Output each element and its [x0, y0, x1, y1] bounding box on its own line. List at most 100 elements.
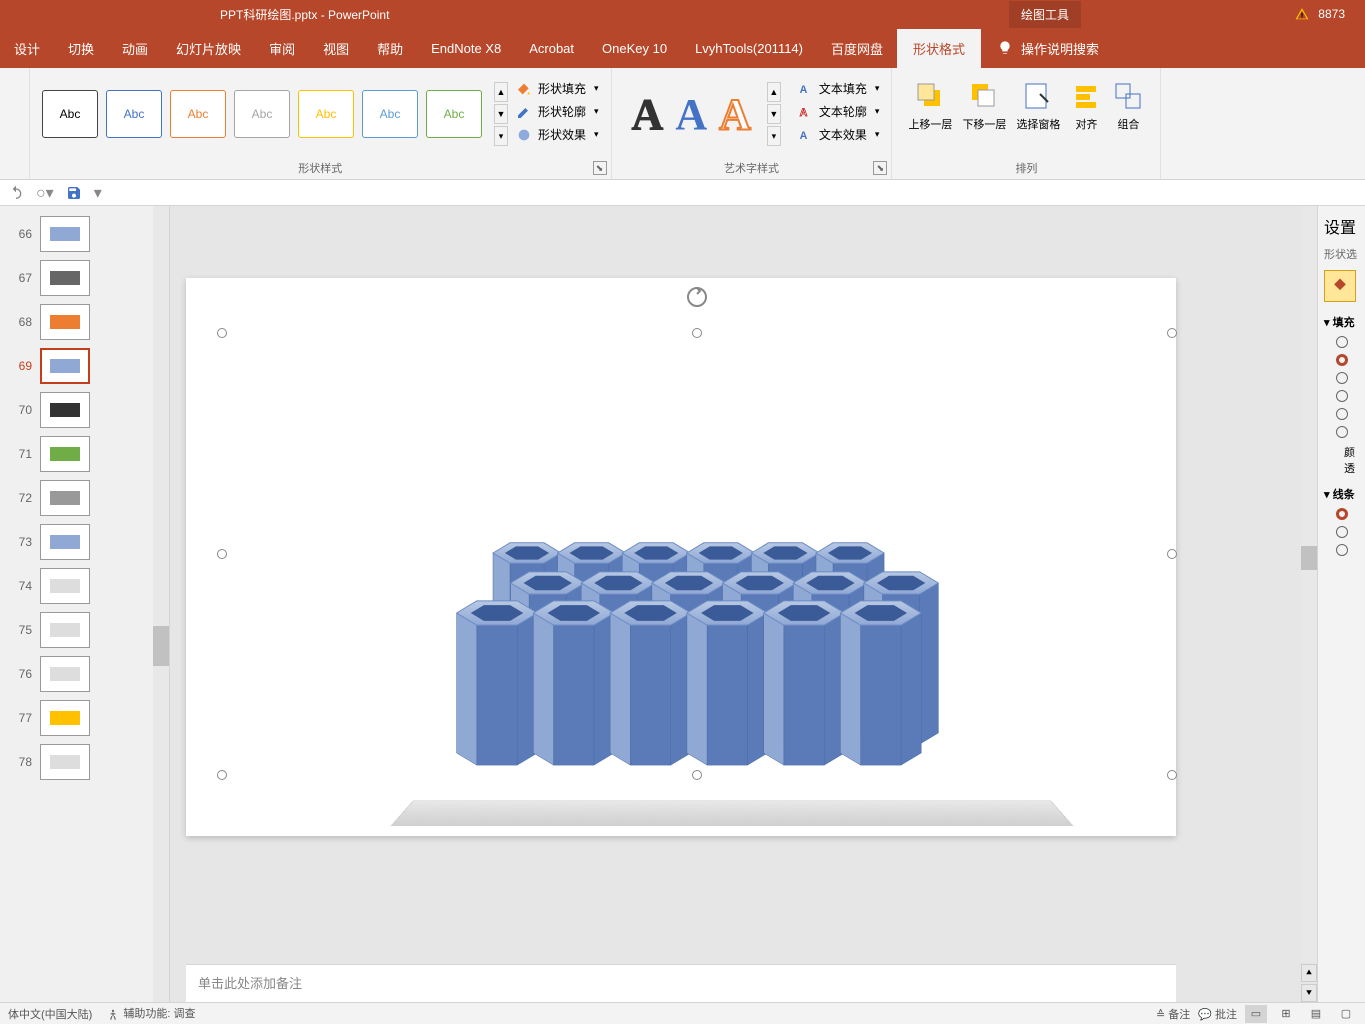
slide-thumbnail-76[interactable]: 76	[0, 652, 169, 696]
tab-slideshow[interactable]: 幻灯片放映	[162, 29, 255, 68]
thumb-scrollbar[interactable]	[153, 206, 169, 1002]
fill-section-title[interactable]: ▾ 填充	[1324, 314, 1359, 330]
qat-more-icon[interactable]: ▾	[94, 183, 102, 203]
shape-fill-button[interactable]: 形状填充▾	[516, 80, 599, 97]
fill-option-3[interactable]	[1336, 372, 1359, 384]
text-effects-button[interactable]: A 文本效果▾	[797, 126, 880, 143]
slide-thumbnail-71[interactable]: 71	[0, 432, 169, 476]
pane-tab-shape-options[interactable]: 形状选	[1324, 246, 1359, 262]
reading-view-button[interactable]: ▤	[1305, 1005, 1327, 1023]
tab-endnote[interactable]: EndNote X8	[417, 31, 515, 66]
wordart-preset-3[interactable]: A	[719, 89, 751, 140]
slide-thumbnail-72[interactable]: 72	[0, 476, 169, 520]
style-preset-2[interactable]: Abc	[106, 90, 162, 138]
line-section-title[interactable]: ▾ 线条	[1324, 486, 1359, 502]
selection-box[interactable]	[222, 333, 1172, 775]
slide[interactable]	[186, 278, 1176, 836]
align-button[interactable]: 对齐	[1070, 80, 1102, 132]
text-outline-button[interactable]: A 文本轮廓▾	[797, 103, 880, 120]
canvas-scrollbar[interactable]	[1301, 206, 1317, 962]
resize-handle-sw[interactable]	[217, 770, 227, 780]
gallery-more-icon[interactable]: ▾	[494, 126, 508, 146]
wordart-down-icon[interactable]: ▼	[767, 104, 781, 124]
rotate-handle[interactable]	[685, 285, 709, 314]
shape-outline-button[interactable]: 形状轮廓▾	[516, 103, 599, 120]
shape-styles-launcher[interactable]: ⬊	[593, 161, 607, 175]
style-preset-3[interactable]: Abc	[170, 90, 226, 138]
style-preset-5[interactable]: Abc	[298, 90, 354, 138]
slide-thumbnail-75[interactable]: 75	[0, 608, 169, 652]
wordart-more-icon[interactable]: ▾	[767, 126, 781, 146]
group-button[interactable]: 组合	[1112, 80, 1144, 132]
fill-option-6[interactable]	[1336, 426, 1359, 438]
bring-forward-button[interactable]: 上移一层	[908, 80, 952, 132]
tab-transition[interactable]: 切换	[54, 29, 108, 68]
slide-thumbnail-69[interactable]: 69	[0, 344, 169, 388]
slideshow-view-button[interactable]: ▢	[1335, 1005, 1357, 1023]
resize-handle-n[interactable]	[692, 328, 702, 338]
gallery-up-icon[interactable]: ▲	[494, 82, 508, 102]
language-status[interactable]: 体中文(中国大陆)	[8, 1006, 92, 1022]
style-preset-7[interactable]: Abc	[426, 90, 482, 138]
undo-icon[interactable]	[8, 185, 24, 201]
shape-style-gallery[interactable]: Abc Abc Abc Abc Abc Abc Abc ▲ ▼ ▾	[38, 72, 512, 156]
tab-lvyhtools[interactable]: LvyhTools(201114)	[681, 31, 817, 66]
comments-toggle[interactable]: 💬 批注	[1198, 1006, 1237, 1022]
slide-thumbnail-67[interactable]: 67	[0, 256, 169, 300]
selection-pane-button[interactable]: 选择窗格	[1016, 80, 1060, 132]
qat-dropdown-icon[interactable]: ○▾	[36, 183, 54, 203]
resize-handle-ne[interactable]	[1167, 328, 1177, 338]
format-shape-pane[interactable]: 设置 形状选 ▾ 填充 颜 透 ▾ 线条	[1317, 206, 1365, 1002]
line-option-3[interactable]	[1336, 544, 1359, 556]
wordart-preset-1[interactable]: A	[632, 89, 664, 140]
notes-area[interactable]: 单击此处添加备注	[186, 964, 1176, 1002]
sorter-view-button[interactable]: ⊞	[1275, 1005, 1297, 1023]
send-backward-button[interactable]: 下移一层	[962, 80, 1006, 132]
line-option-2[interactable]	[1336, 526, 1359, 538]
wordart-launcher[interactable]: ⬊	[873, 161, 887, 175]
wordart-gallery[interactable]: A A A ▲ ▼ ▾	[620, 72, 793, 156]
normal-view-button[interactable]: ▭	[1245, 1005, 1267, 1023]
fill-option-2[interactable]	[1336, 354, 1359, 366]
tab-animation[interactable]: 动画	[108, 29, 162, 68]
tab-shape-format[interactable]: 形状格式	[897, 29, 981, 68]
tab-review[interactable]: 审阅	[255, 29, 309, 68]
slide-thumbnail-77[interactable]: 77	[0, 696, 169, 740]
shape-effects-button[interactable]: 形状效果▾	[516, 126, 599, 143]
prev-slide-button[interactable]: ⯅	[1301, 964, 1317, 982]
thumb-scroll-handle[interactable]	[153, 626, 169, 666]
tab-baidu[interactable]: 百度网盘	[817, 29, 897, 68]
slide-thumbnail-74[interactable]: 74	[0, 564, 169, 608]
tab-onekey[interactable]: OneKey 10	[588, 31, 681, 66]
style-preset-6[interactable]: Abc	[362, 90, 418, 138]
slide-thumbnail-66[interactable]: 66	[0, 212, 169, 256]
fill-option-4[interactable]	[1336, 390, 1359, 402]
resize-handle-w[interactable]	[217, 549, 227, 559]
resize-handle-nw[interactable]	[217, 328, 227, 338]
resize-handle-e[interactable]	[1167, 549, 1177, 559]
tab-help[interactable]: 帮助	[363, 29, 417, 68]
notes-toggle[interactable]: ≙ 备注	[1156, 1006, 1190, 1022]
wordart-preset-2[interactable]: A	[675, 89, 707, 140]
accessibility-status[interactable]: 辅助功能: 调查	[106, 1005, 195, 1021]
slide-thumbnail-panel[interactable]: 66676869707172737475767778	[0, 206, 170, 1002]
tell-me-search[interactable]: 操作说明搜索	[997, 39, 1099, 58]
style-preset-1[interactable]: Abc	[42, 90, 98, 138]
tab-view[interactable]: 视图	[309, 29, 363, 68]
fill-option-5[interactable]	[1336, 408, 1359, 420]
tab-acrobat[interactable]: Acrobat	[515, 31, 588, 66]
style-preset-4[interactable]: Abc	[234, 90, 290, 138]
slide-thumbnail-70[interactable]: 70	[0, 388, 169, 432]
slide-thumbnail-78[interactable]: 78	[0, 740, 169, 784]
line-option-1[interactable]	[1336, 508, 1359, 520]
honeycomb-3d-shape[interactable]	[422, 523, 1042, 833]
slide-thumbnail-68[interactable]: 68	[0, 300, 169, 344]
slide-thumbnail-73[interactable]: 73	[0, 520, 169, 564]
text-fill-button[interactable]: A 文本填充▾	[797, 80, 880, 97]
canvas-scroll-handle[interactable]	[1301, 546, 1317, 570]
wordart-up-icon[interactable]: ▲	[767, 82, 781, 102]
next-slide-button[interactable]: ⯆	[1301, 984, 1317, 1002]
save-icon[interactable]	[66, 185, 82, 201]
slide-canvas-area[interactable]: 单击此处添加备注 ⯅ ⯆	[170, 206, 1317, 1002]
resize-handle-se[interactable]	[1167, 770, 1177, 780]
